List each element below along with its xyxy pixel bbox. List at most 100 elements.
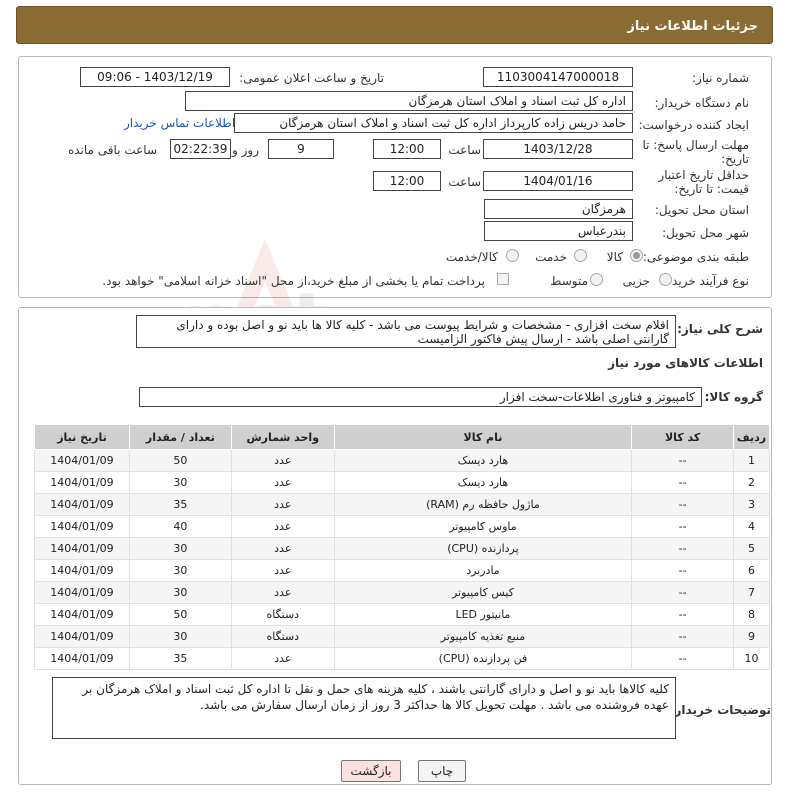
process-minor-label: جزیی bbox=[622, 274, 650, 288]
table-row: 5 -- پردازنده (CPU) عدد 30 1404/01/09 bbox=[34, 537, 770, 560]
cell-code: -- bbox=[631, 537, 735, 560]
cell-date: 1404/01/09 bbox=[34, 537, 130, 560]
col-header-unit: واحد شمارش bbox=[230, 424, 335, 450]
cell-name: ماوس کامپیوتر bbox=[333, 515, 633, 538]
cell-code: -- bbox=[631, 625, 735, 648]
cell-unit: عدد bbox=[230, 471, 335, 494]
creator-field: حامد دریس زاده کارپرداز اداره کل ثبت اسن… bbox=[234, 113, 633, 133]
deadline-date-field: 1403/12/28 bbox=[483, 139, 633, 159]
goods-table-header: ردیف کد کالا نام کالا واحد شمارش تعداد /… bbox=[34, 424, 770, 450]
cell-code: -- bbox=[631, 449, 735, 472]
cell-unit: عدد bbox=[230, 515, 335, 538]
cell-unit: عدد bbox=[230, 647, 335, 670]
cell-date: 1404/01/09 bbox=[34, 559, 130, 582]
col-header-name: نام کالا bbox=[333, 424, 633, 450]
cell-date: 1404/01/09 bbox=[34, 603, 130, 626]
cell-quantity: 50 bbox=[128, 449, 232, 472]
table-row: 4 -- ماوس کامپیوتر عدد 40 1404/01/09 bbox=[34, 515, 770, 538]
category-goods-service-label: کالا/خدمت bbox=[445, 250, 498, 264]
cell-date: 1404/01/09 bbox=[34, 449, 130, 472]
remaining-time-field: 02:22:39 bbox=[170, 139, 231, 159]
table-row: 6 -- مادربرد عدد 30 1404/01/09 bbox=[34, 559, 770, 582]
treasury-payment-checkbox[interactable] bbox=[497, 273, 509, 285]
cell-date: 1404/01/09 bbox=[34, 493, 130, 516]
remaining-label: ساعت باقی مانده bbox=[67, 143, 157, 157]
need-number-field: 1103004147000018 bbox=[483, 67, 633, 87]
col-header-row: ردیف bbox=[733, 424, 770, 450]
validity-date-field: 1404/01/16 bbox=[483, 171, 633, 191]
category-service-radio[interactable] bbox=[574, 249, 587, 262]
days-field: 9 bbox=[268, 139, 334, 159]
cell-quantity: 35 bbox=[128, 493, 232, 516]
cell-quantity: 30 bbox=[128, 559, 232, 582]
cell-row: 1 bbox=[733, 449, 770, 472]
cell-name: منبع تغذیه کامپیوتر bbox=[333, 625, 633, 648]
cell-name: مادربرد bbox=[333, 559, 633, 582]
goods-group-field: کامپیوتر و فناوری اطلاعات-سخت افزار bbox=[139, 387, 702, 407]
buyer-notes-field: کلیه کالاها باید نو و اصل و دارای گارانت… bbox=[52, 677, 676, 739]
validity-time-label: ساعت bbox=[448, 175, 481, 189]
category-service-label: خدمت bbox=[535, 250, 567, 264]
validity-label: حداقل تاریخ اعتبار قیمت: تا تاریخ: bbox=[658, 168, 749, 196]
cell-code: -- bbox=[631, 471, 735, 494]
table-row: 9 -- منبع تغذیه کامپیوتر دستگاه 30 1404/01/09 bbox=[34, 625, 770, 648]
summary-field: اقلام سخت افزاری - مشخصات و شرایط پیوست … bbox=[136, 315, 676, 348]
cell-quantity: 30 bbox=[128, 537, 232, 560]
print-button[interactable]: چاپ bbox=[418, 760, 466, 782]
cell-name: کیس کامپیوتر bbox=[333, 581, 633, 604]
summary-label: شرح کلی نیاز: bbox=[677, 322, 763, 336]
category-goods-service-radio[interactable] bbox=[506, 249, 519, 262]
category-goods-radio[interactable] bbox=[630, 249, 643, 262]
cell-name: مانیتور LED bbox=[333, 603, 633, 626]
deadline-time-label: ساعت bbox=[448, 143, 481, 157]
province-field: هرمزگان bbox=[484, 199, 633, 219]
process-minor-radio[interactable] bbox=[659, 273, 672, 286]
deadline-label: مهلت ارسال پاسخ: تا تاریخ: bbox=[642, 138, 749, 166]
cell-row: 5 bbox=[733, 537, 770, 560]
process-medium-radio[interactable] bbox=[590, 273, 603, 286]
deadline-time-field: 12:00 bbox=[373, 139, 441, 159]
goods-group-label: گروه کالا: bbox=[704, 390, 763, 404]
buyer-notes-label: توضیحات خریدار: bbox=[669, 703, 771, 717]
category-label: طبقه بندی موضوعی: bbox=[642, 250, 749, 264]
cell-quantity: 50 bbox=[128, 603, 232, 626]
cell-quantity: 30 bbox=[128, 471, 232, 494]
page-header: جزئیات اطلاعات نیاز bbox=[16, 6, 773, 44]
cell-code: -- bbox=[631, 581, 735, 604]
cell-quantity: 30 bbox=[128, 625, 232, 648]
goods-table-container: ردیف کد کالا نام کالا واحد شمارش تعداد /… bbox=[34, 424, 770, 670]
cell-unit: عدد bbox=[230, 559, 335, 582]
cell-name: ماژول حافظه رم (RAM) bbox=[333, 493, 633, 516]
back-button[interactable]: بازگشت bbox=[341, 760, 401, 782]
cell-row: 6 bbox=[733, 559, 770, 582]
cell-name: هارد دیسک bbox=[333, 449, 633, 472]
province-label: استان محل تحویل: bbox=[654, 203, 749, 217]
cell-unit: دستگاه bbox=[230, 625, 335, 648]
cell-row: 8 bbox=[733, 603, 770, 626]
cell-name: هارد دیسک bbox=[333, 471, 633, 494]
cell-code: -- bbox=[631, 559, 735, 582]
city-field: بندرعباس bbox=[484, 221, 633, 241]
cell-code: -- bbox=[631, 493, 735, 516]
buyer-notes-text: کلیه کالاها باید نو و اصل و دارای گارانت… bbox=[82, 682, 669, 712]
table-row: 8 -- مانیتور LED دستگاه 50 1404/01/09 bbox=[34, 603, 770, 626]
col-header-quantity: تعداد / مقدار bbox=[128, 424, 232, 450]
summary-text: اقلام سخت افزاری - مشخصات و شرایط پیوست … bbox=[176, 318, 669, 346]
cell-code: -- bbox=[631, 603, 735, 626]
buyer-contact-link[interactable]: اطلاعات تماس خریدار bbox=[124, 116, 235, 130]
cell-quantity: 35 bbox=[128, 647, 232, 670]
cell-date: 1404/01/09 bbox=[34, 471, 130, 494]
city-label: شهر محل تحویل: bbox=[662, 226, 749, 240]
col-header-date: تاریخ نیاز bbox=[34, 424, 130, 450]
cell-code: -- bbox=[631, 515, 735, 538]
need-number-label: شماره نیاز: bbox=[692, 71, 749, 85]
table-row: 3 -- ماژول حافظه رم (RAM) عدد 35 1404/01/09 bbox=[34, 493, 770, 516]
goods-table-body: 1 -- هارد دیسک عدد 50 1404/01/09 2 -- هارد دیسک ع… bbox=[34, 449, 770, 670]
cell-quantity: 40 bbox=[128, 515, 232, 538]
cell-code: -- bbox=[631, 647, 735, 670]
col-header-code: کد کالا bbox=[631, 424, 735, 450]
cell-date: 1404/01/09 bbox=[34, 647, 130, 670]
goods-info-title: اطلاعات کالاهای مورد نیاز bbox=[608, 356, 763, 370]
table-row: 10 -- فن پردازنده (CPU) عدد 35 1404/01/09 bbox=[34, 647, 770, 670]
cell-row: 2 bbox=[733, 471, 770, 494]
